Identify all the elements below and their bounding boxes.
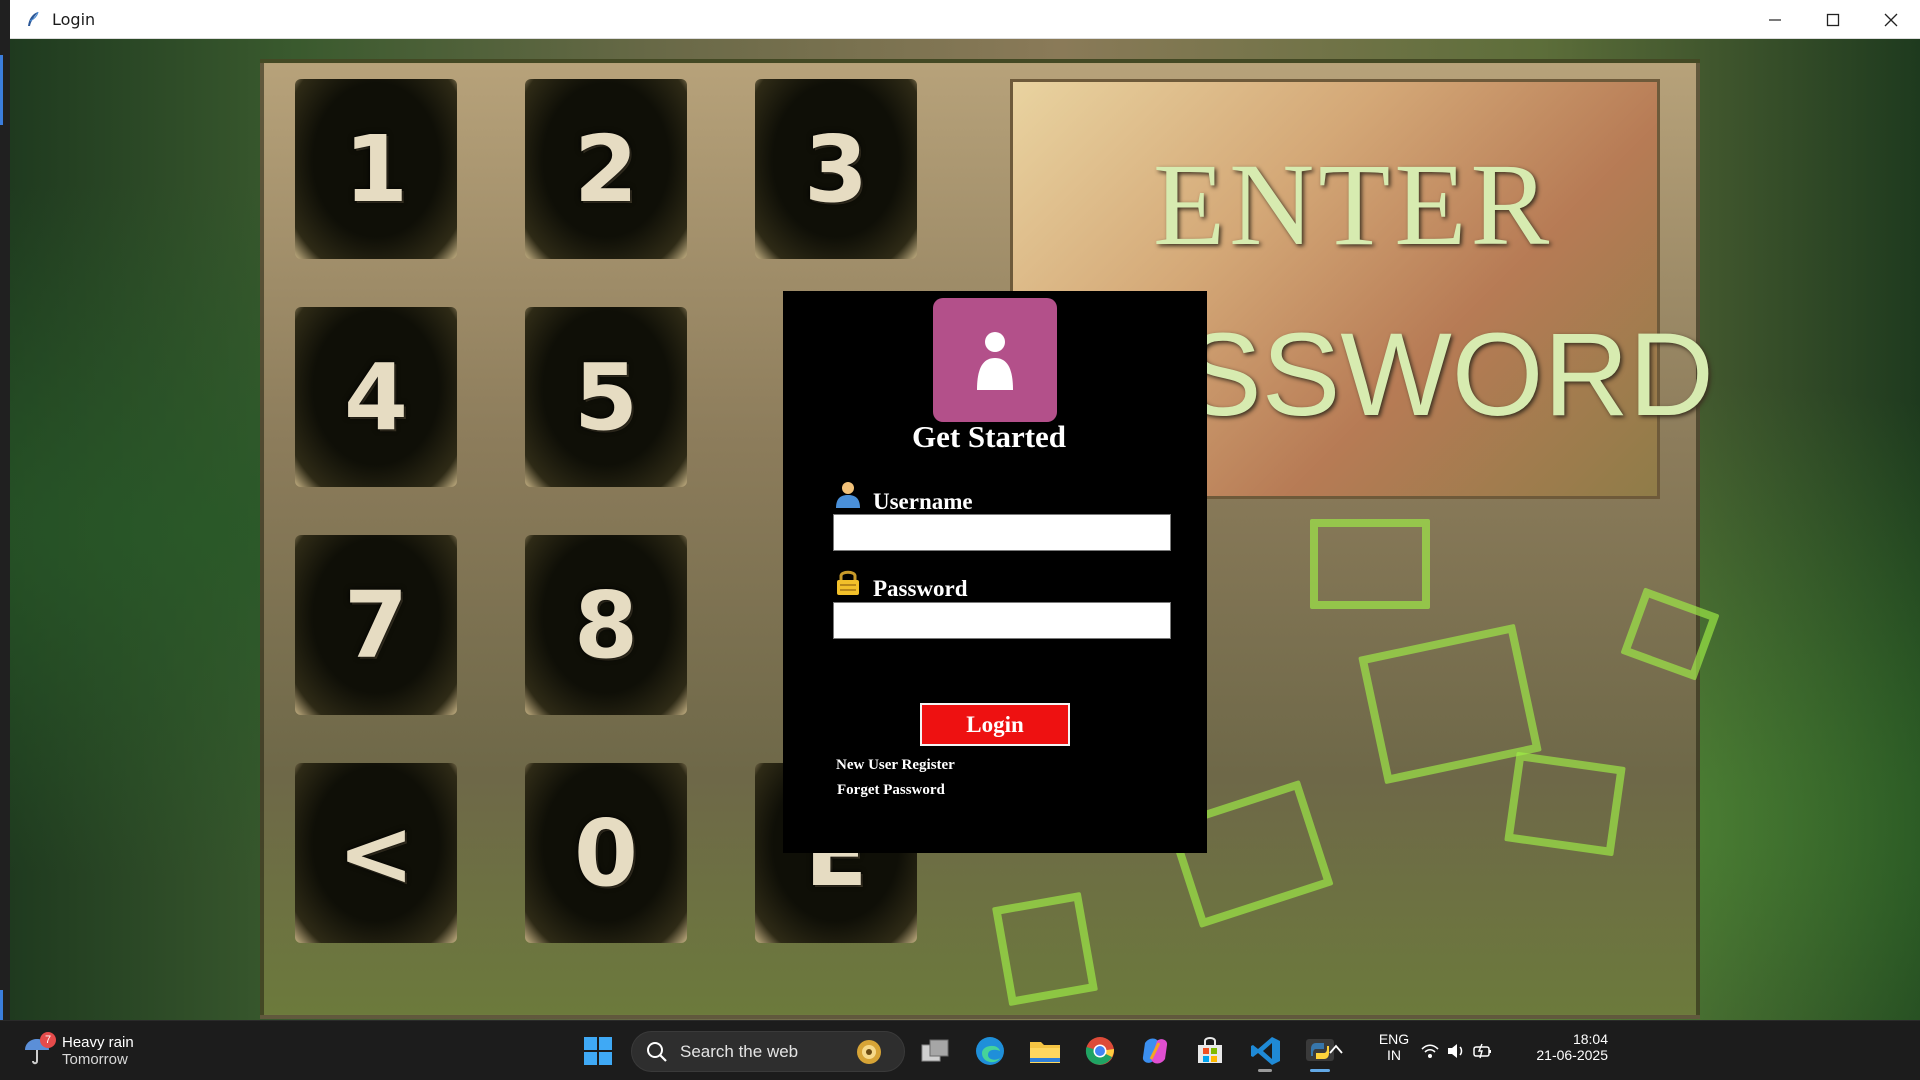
search-icon <box>647 1041 667 1062</box>
window-titlebar[interactable]: Login <box>10 0 1920 39</box>
start-button[interactable] <box>578 1031 618 1071</box>
edge-accent <box>0 55 3 125</box>
desktop-edge <box>0 0 10 1020</box>
maze-pattern <box>1310 519 1430 609</box>
task-view-icon <box>921 1039 949 1062</box>
folder-icon <box>1030 1042 1060 1063</box>
clock-date: 21-06-2025 <box>1536 1047 1608 1063</box>
edge-button[interactable] <box>970 1031 1010 1071</box>
minimize-icon <box>1769 18 1781 21</box>
weather-subtitle: Tomorrow <box>62 1051 128 1068</box>
register-link[interactable]: New User Register <box>836 757 955 774</box>
running-indicator <box>1258 1069 1272 1072</box>
keypad-key: 1 <box>295 79 457 259</box>
vscode-button[interactable] <box>1246 1031 1286 1071</box>
maze-pattern <box>1504 751 1626 857</box>
login-button[interactable]: Login <box>920 703 1070 746</box>
file-explorer-button[interactable] <box>1025 1031 1065 1071</box>
umbrella-icon: 7 <box>22 1032 56 1066</box>
forget-password-link[interactable]: Forget Password <box>837 782 945 799</box>
lock-icon <box>837 570 859 595</box>
copilot-button[interactable] <box>1135 1031 1175 1071</box>
keypad-key: 3 <box>755 79 917 259</box>
keypad-key: 5 <box>525 307 687 487</box>
edge-accent <box>0 990 3 1020</box>
user-icon <box>977 332 1013 390</box>
store-button[interactable] <box>1190 1031 1230 1071</box>
maximize-button[interactable] <box>1804 0 1862 39</box>
chrome-button[interactable] <box>1080 1031 1120 1071</box>
keypad-key: 4 <box>295 307 457 487</box>
taskbar: 7 Heavy rain Tomorrow Search the web ENG… <box>0 1020 1920 1080</box>
clock[interactable]: 18:04 21-06-2025 <box>1508 1031 1608 1063</box>
weather-badge: 7 <box>40 1032 56 1048</box>
keypad-key: 0 <box>525 763 687 943</box>
weather-title: Heavy rain <box>62 1034 134 1051</box>
close-icon <box>1884 13 1898 26</box>
password-label: Password <box>873 576 968 601</box>
taskbar-search[interactable]: Search the web <box>631 1031 905 1072</box>
chrome-icon <box>1085 1037 1115 1065</box>
keypad-key: 2 <box>525 79 687 259</box>
language-indicator[interactable]: ENG IN <box>1374 1031 1414 1063</box>
username-label: Username <box>873 489 973 514</box>
keypad-key: 8 <box>525 535 687 715</box>
username-input[interactable] <box>833 514 1171 551</box>
vscode-icon <box>1251 1037 1280 1065</box>
search-placeholder: Search the web <box>680 1041 799 1061</box>
active-indicator <box>1310 1069 1330 1072</box>
feather-icon <box>28 11 39 26</box>
login-window-canvas: 1 2 3 4 5 7 8 < 0 E ENTER SSWORD Get Sta… <box>10 39 1920 1020</box>
chevron-up-icon[interactable] <box>1328 1043 1344 1055</box>
volume-icon[interactable] <box>1446 1042 1466 1060</box>
wifi-icon[interactable] <box>1420 1042 1440 1060</box>
clock-time: 18:04 <box>1572 1031 1608 1047</box>
task-view-button[interactable] <box>916 1031 956 1071</box>
login-panel: Get Started Username Password Login New … <box>783 291 1207 853</box>
sign-enter-text: ENTER <box>1153 139 1554 270</box>
weather-widget[interactable]: 7 Heavy rain Tomorrow <box>22 1029 134 1073</box>
language-region: IN <box>1387 1047 1401 1063</box>
window-title: Login <box>52 9 96 29</box>
battery-icon[interactable] <box>1472 1042 1494 1060</box>
password-input[interactable] <box>833 602 1171 639</box>
minimize-button[interactable] <box>1746 0 1804 39</box>
maze-pattern <box>992 891 1098 1007</box>
maximize-icon <box>1826 13 1840 26</box>
search-highlight-icon <box>857 1039 881 1064</box>
language-code: ENG <box>1378 1031 1410 1047</box>
sign-password-text: SSWORD <box>1183 309 1714 441</box>
store-icon <box>1198 1037 1222 1063</box>
windows-icon <box>584 1037 612 1065</box>
page-title: Get Started <box>911 419 1067 454</box>
keypad-key: < <box>295 763 457 943</box>
edge-icon <box>976 1037 1004 1065</box>
keypad-key: 7 <box>295 535 457 715</box>
user-icon <box>836 482 860 508</box>
close-button[interactable] <box>1862 0 1920 39</box>
copilot-icon <box>1142 1038 1168 1064</box>
avatar <box>933 298 1057 422</box>
